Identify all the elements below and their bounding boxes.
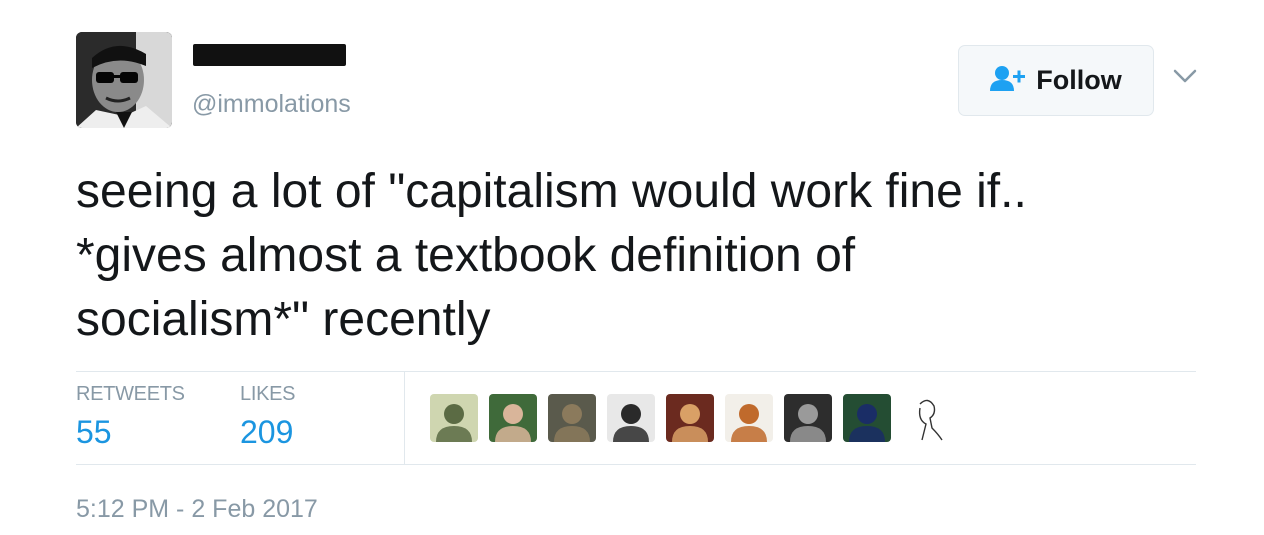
likes-count: 209 <box>240 414 294 450</box>
author-avatar[interactable] <box>76 32 172 128</box>
liker-avatar-5[interactable] <box>666 394 714 442</box>
chevron-down-icon[interactable] <box>1172 66 1198 86</box>
divider-top <box>76 371 1196 372</box>
redacted-display-name <box>193 44 346 66</box>
likes-label: LIKES <box>240 383 296 405</box>
follow-button[interactable]: Follow <box>958 45 1154 116</box>
tweet-text-line: seeing a lot of "capitalism would work f… <box>76 165 1027 218</box>
liker-avatar-4[interactable] <box>607 394 655 442</box>
liker-avatar-9[interactable] <box>902 394 950 442</box>
liker-avatar-1[interactable] <box>430 394 478 442</box>
tweet-timestamp[interactable]: 5:12 PM - 2 Feb 2017 <box>76 495 318 524</box>
retweets-count: 55 <box>76 414 112 450</box>
add-user-icon <box>990 65 1026 96</box>
tweet-text: seeing a lot of "capitalism would work f… <box>76 160 1196 352</box>
retweets-label: RETWEETS <box>76 383 185 405</box>
tweet-text-line: *gives almost a textbook definition of <box>76 229 856 282</box>
divider-bottom <box>76 464 1196 465</box>
liker-avatar-3[interactable] <box>548 394 596 442</box>
likes-stat[interactable]: LIKES 209 <box>240 383 296 451</box>
author-handle[interactable]: @immolations <box>192 90 351 119</box>
liker-avatar-7[interactable] <box>784 394 832 442</box>
liker-avatars <box>430 394 950 442</box>
stats-divider <box>404 372 405 464</box>
tweet-text-line: socialism*" recently <box>76 293 491 346</box>
liker-avatar-8[interactable] <box>843 394 891 442</box>
liker-avatar-6[interactable] <box>725 394 773 442</box>
retweets-stat[interactable]: RETWEETS 55 <box>76 383 185 451</box>
liker-avatar-2[interactable] <box>489 394 537 442</box>
follow-button-label: Follow <box>1036 65 1122 95</box>
